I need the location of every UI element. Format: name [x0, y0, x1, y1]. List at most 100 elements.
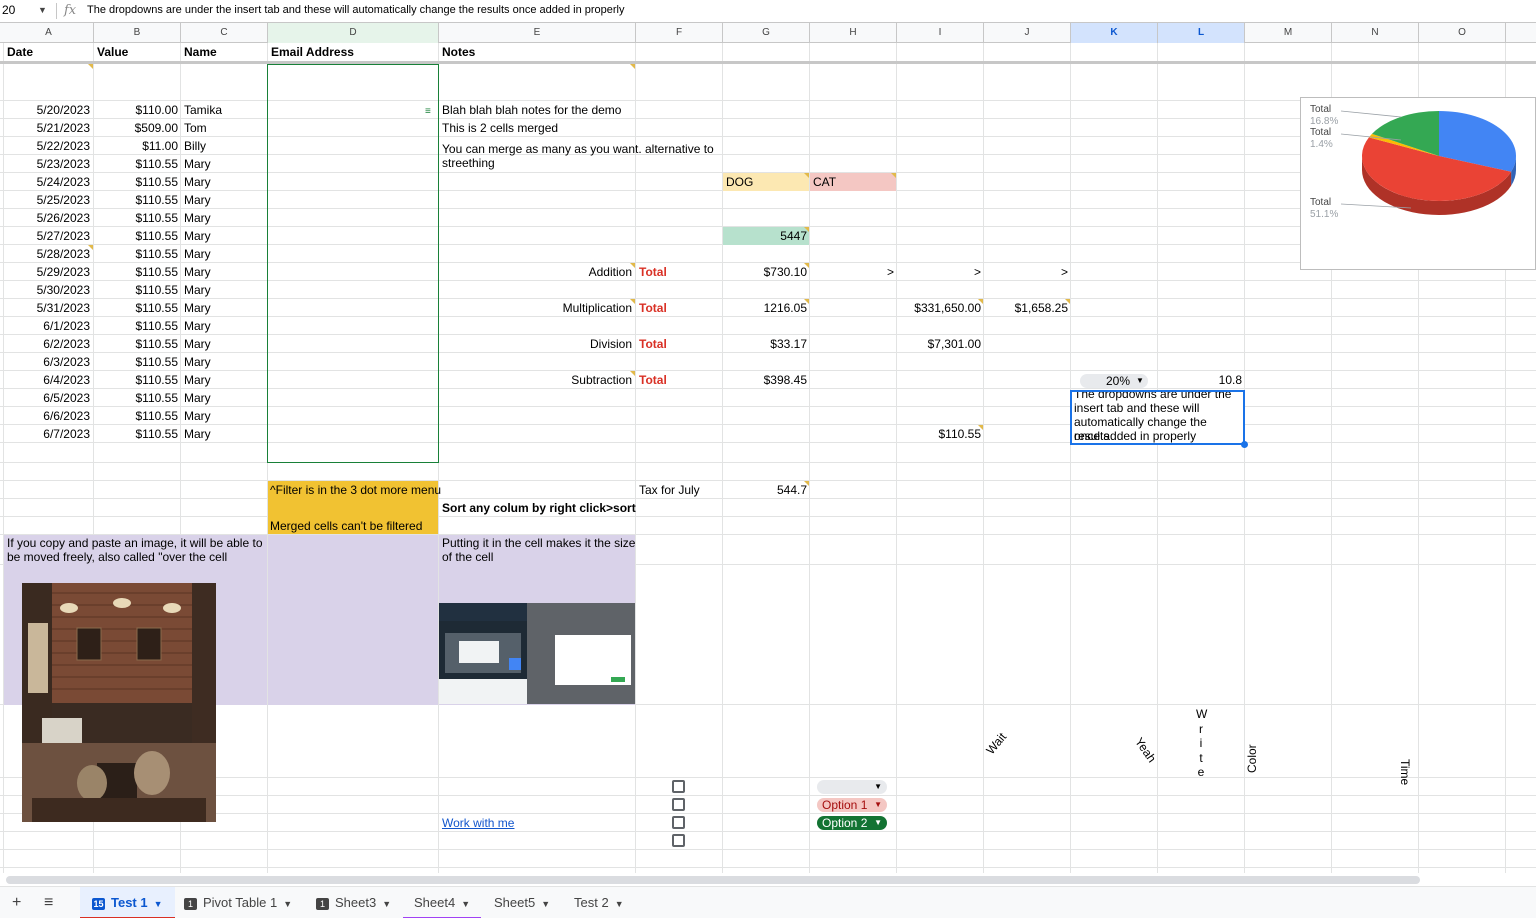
tab-sheet3[interactable]: 1 Sheet3 ▼	[316, 887, 391, 918]
column-header-o[interactable]: O	[1419, 23, 1506, 43]
op-multiplication-total: Total	[639, 301, 667, 315]
image-note-e-2: of the cell	[442, 550, 494, 564]
in-cell-image[interactable]	[439, 603, 635, 704]
column-header-c[interactable]: C	[181, 23, 268, 43]
column-header-i[interactable]: I	[897, 23, 984, 43]
number-5447: 5447	[780, 229, 807, 243]
tab-sheet4[interactable]: Sheet4 ▼	[403, 887, 482, 918]
filter-range	[267, 64, 439, 463]
tab-test-2[interactable]: Test 2 ▼	[574, 887, 624, 918]
note-2: This is 2 cells merged	[442, 121, 559, 135]
row-date: 6/4/2023	[43, 373, 90, 387]
header-date: Date	[7, 45, 34, 59]
pie-chart[interactable]: Total 16.8% Total 1.4% Total 51.1%	[1300, 97, 1536, 270]
fill-handle[interactable]	[1241, 441, 1248, 448]
row-value: $110.55	[135, 265, 179, 279]
row-date: 5/30/2023	[36, 283, 90, 297]
row-name: Mary	[184, 427, 211, 441]
row-name: Tom	[184, 121, 207, 135]
work-with-me-link[interactable]: Work with me	[442, 814, 514, 832]
column-header-d[interactable]: D	[268, 23, 439, 43]
fx-icon: fx	[64, 3, 77, 18]
tab-label: Pivot Table 1	[203, 895, 278, 910]
row-value: $110.55	[135, 355, 179, 369]
chevron-down-icon: ▼	[874, 782, 882, 791]
tab-pivot-table-1[interactable]: 1 Pivot Table 1 ▼	[184, 887, 292, 918]
row-date: 5/26/2023	[36, 211, 90, 225]
cafe-image[interactable]	[22, 583, 216, 822]
row-value: $110.55	[135, 427, 179, 441]
merged-note: Merged cells can't be filtered	[270, 519, 423, 533]
formula-bar: 20 ▼ fx The dropdowns are under the inser…	[0, 0, 1536, 23]
row-name: Mary	[184, 409, 211, 423]
tab-label: Sheet5	[494, 895, 536, 910]
row-value: $110.55	[135, 211, 179, 225]
percent-dropdown[interactable]: 20% ▼	[1080, 374, 1148, 388]
filter-icon[interactable]: ≡	[425, 106, 431, 117]
row-date: 6/6/2023	[43, 409, 90, 423]
note-flag	[891, 173, 896, 178]
column-header-e[interactable]: E	[439, 23, 636, 43]
column-header-f[interactable]: F	[636, 23, 723, 43]
note-flag	[630, 64, 635, 69]
row-name: Mary	[184, 355, 211, 369]
op-multiplication: Multiplication	[562, 301, 632, 315]
formula-input[interactable]: The dropdowns are under the insert tab a…	[87, 0, 625, 20]
filter-note: ^Filter is in the 3 dot more menu	[270, 483, 442, 497]
tax-label: Tax for July	[639, 483, 700, 497]
tab-label: Sheet4	[414, 895, 456, 910]
column-header-k[interactable]: K	[1071, 23, 1158, 43]
pie-label: Total	[1310, 104, 1331, 115]
option-1-chip[interactable]: Option 1 ▼	[817, 798, 887, 812]
checkbox[interactable]	[672, 816, 685, 829]
pie-label: Total	[1310, 197, 1331, 208]
pie-chart-svg: Total16.8%Total1.4%Total51.1%	[1310, 104, 1516, 220]
cell-grid[interactable]: Date Value Name Email Address Notes 5/20…	[0, 43, 1536, 873]
chevron-down-icon[interactable]: ▼	[38, 0, 47, 20]
checkbox[interactable]	[672, 798, 685, 811]
tab-sheet5[interactable]: Sheet5 ▼	[494, 887, 550, 918]
all-sheets-menu-icon[interactable]: ≡	[44, 887, 53, 918]
write-letter: r	[1199, 721, 1203, 736]
chevron-down-icon: ▼	[1136, 376, 1144, 385]
column-header-b[interactable]: B	[94, 23, 181, 43]
dog-label: DOG	[726, 175, 754, 189]
row-value: $110.55	[135, 337, 179, 351]
column-header-a[interactable]: A	[4, 23, 94, 43]
column-header-j[interactable]: J	[984, 23, 1071, 43]
column-header-h[interactable]: H	[810, 23, 897, 43]
row-value: $509.00	[134, 121, 178, 135]
sheet-tab-bar: + ≡ 15 Test 1 ▼ 1 Pivot Table 1 ▼ 1 Sheet3 ▼ S…	[0, 886, 1536, 918]
tab-label: Test 1	[111, 895, 148, 910]
column-header-bar: A B C D E F G H I J K L M N O	[0, 23, 1536, 43]
sheet-type-icon: 15	[92, 897, 105, 910]
row-value: $110.55	[135, 319, 179, 333]
row-name: Mary	[184, 283, 211, 297]
checkbox[interactable]	[672, 834, 685, 847]
column-header-m[interactable]: M	[1245, 23, 1332, 43]
image-note-a-2: be moved freely, also called "over the c…	[7, 550, 228, 564]
tab-label: Test 2	[574, 895, 609, 910]
horizontal-scrollbar[interactable]	[6, 876, 1420, 884]
row-value: $110.55	[135, 409, 179, 423]
column-header-n[interactable]: N	[1332, 23, 1419, 43]
row-value: $110.55	[135, 283, 179, 297]
column-header-l[interactable]: L	[1158, 23, 1245, 43]
empty-dropdown-chip[interactable]: ▼	[817, 780, 887, 794]
op-division: Division	[589, 337, 632, 351]
note-flag	[88, 245, 93, 250]
row-name: Mary	[184, 301, 211, 315]
row-date: 5/20/2023	[36, 103, 90, 117]
column-header-g[interactable]: G	[723, 23, 810, 43]
row-value: $110.00	[135, 103, 179, 117]
row-name: Mary	[184, 175, 211, 189]
option-1-label: Option 1	[822, 798, 868, 812]
note-flag	[804, 263, 809, 268]
add-sheet-icon[interactable]: +	[12, 887, 21, 918]
checkbox[interactable]	[672, 780, 685, 793]
name-box[interactable]: 20 ▼	[0, 0, 52, 22]
tab-test-1[interactable]: 15 Test 1 ▼	[80, 887, 175, 918]
selected-cell[interactable]: The dropdowns are under the insert tab a…	[1070, 390, 1245, 445]
option-2-chip[interactable]: Option 2 ▼	[817, 816, 887, 830]
arrow-j: >	[1060, 265, 1068, 279]
